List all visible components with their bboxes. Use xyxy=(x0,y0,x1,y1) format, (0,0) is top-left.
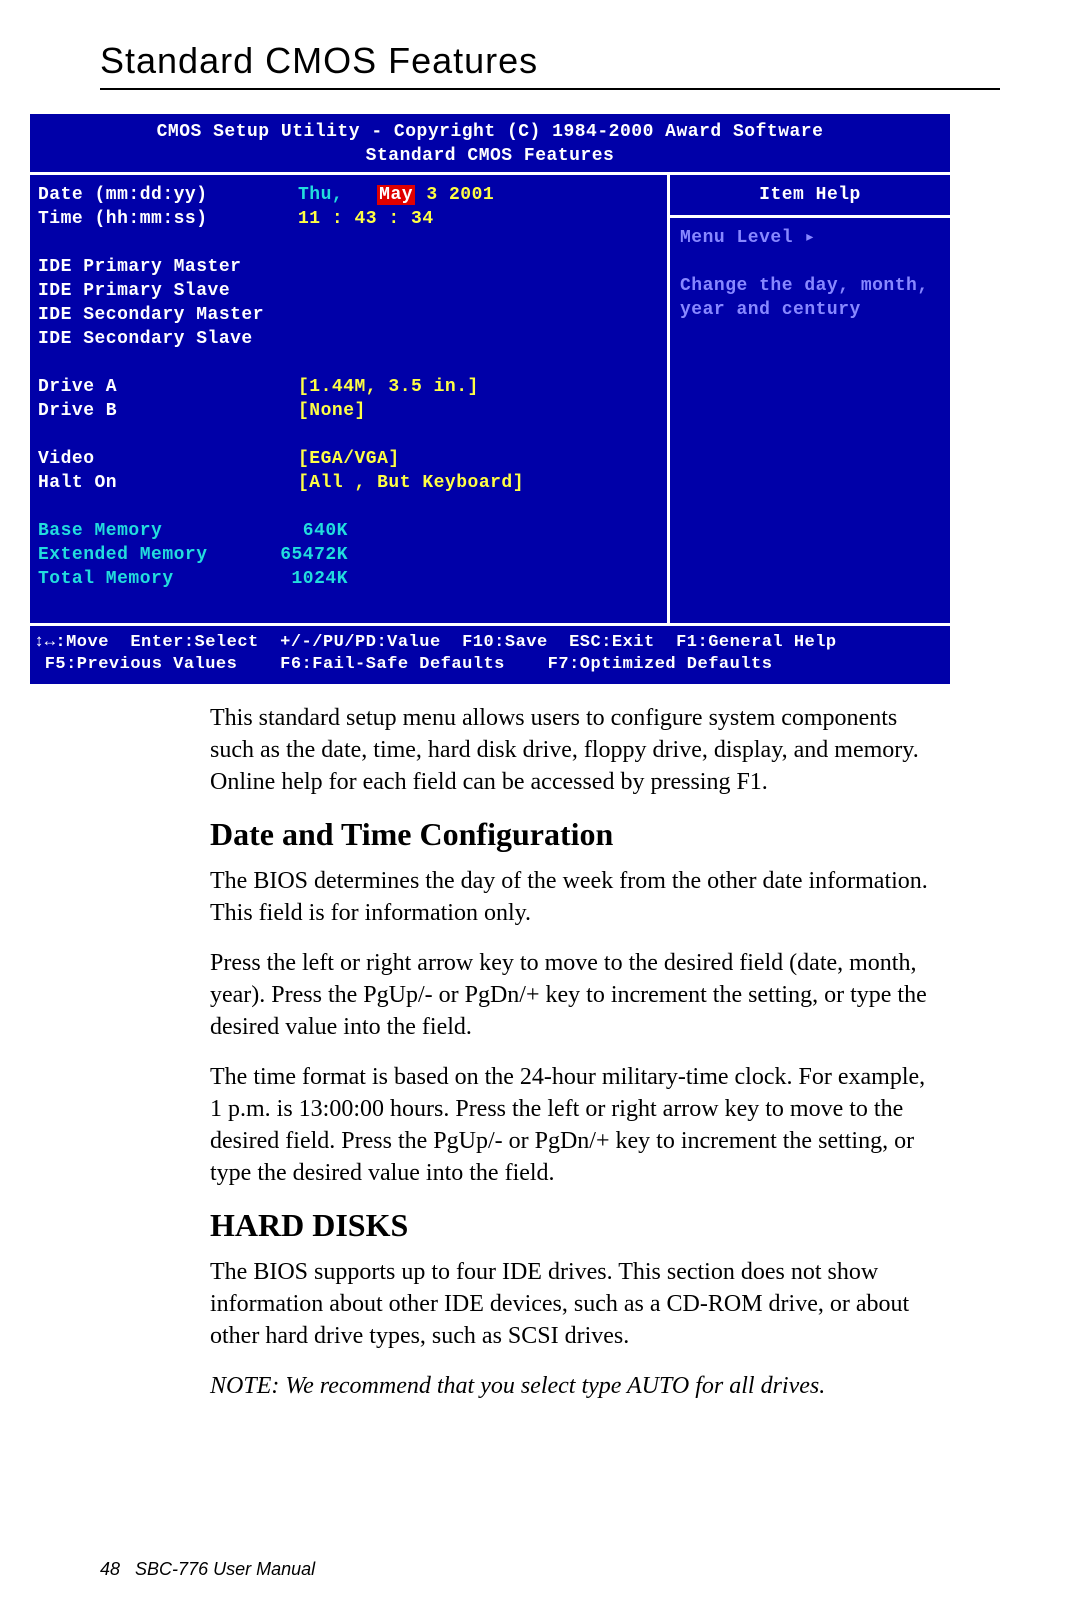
item-help-title: Item Help xyxy=(670,175,950,218)
bios-field-drive-b[interactable]: Drive B [None] xyxy=(38,399,659,423)
base-mem-label: Base Memory xyxy=(38,519,238,543)
date-day: Thu, xyxy=(298,185,343,205)
title-underline xyxy=(100,88,1000,90)
bios-extended-memory: Extended Memory 65472K xyxy=(38,543,659,567)
ext-mem-label: Extended Memory xyxy=(38,543,238,567)
total-mem-value: 1024K xyxy=(238,567,348,591)
page-footer: 48 SBC-776 User Manual xyxy=(100,1559,315,1580)
bios-left-pane: Date (mm:dd:yy) Thu, May 3 2001 Time (hh… xyxy=(30,175,670,623)
product-name: SBC-776 User Manual xyxy=(135,1559,315,1579)
bios-footer-line2: F5:Previous Values F6:Fail-Safe Defaults… xyxy=(34,654,946,676)
ide-secondary-master[interactable]: IDE Secondary Master xyxy=(38,303,659,327)
drive-b-label: Drive B xyxy=(38,399,298,423)
total-mem-label: Total Memory xyxy=(38,567,238,591)
halt-label: Halt On xyxy=(38,471,298,495)
bios-field-halt[interactable]: Halt On [All , But Keyboard] xyxy=(38,471,659,495)
menu-level: Menu Level ▸ xyxy=(680,226,940,250)
date-label: Date (mm:dd:yy) xyxy=(38,183,298,207)
section-heading-date-time: Date and Time Configuration xyxy=(210,816,940,853)
date-time-p1: The BIOS determines the day of the week … xyxy=(210,865,940,929)
page-title: Standard CMOS Features xyxy=(100,40,1000,82)
date-time-p3: The time format is based on the 24-hour … xyxy=(210,1061,940,1189)
halt-value: [All , But Keyboard] xyxy=(298,471,659,495)
date-month-selected[interactable]: May xyxy=(377,185,415,205)
note-auto-drives: NOTE: We recommend that you select type … xyxy=(210,1370,940,1402)
section-heading-hard-disks: HARD DISKS xyxy=(210,1207,940,1244)
drive-a-label: Drive A xyxy=(38,375,298,399)
hard-disks-p1: The BIOS supports up to four IDE drives.… xyxy=(210,1256,940,1352)
bios-field-time[interactable]: Time (hh:mm:ss) 11 : 43 : 34 xyxy=(38,207,659,231)
bios-panel: CMOS Setup Utility - Copyright (C) 1984-… xyxy=(30,114,950,684)
ext-mem-value: 65472K xyxy=(238,543,348,567)
time-value: 11 : 43 : 34 xyxy=(298,207,659,231)
intro-paragraph: This standard setup menu allows users to… xyxy=(210,702,940,798)
video-value: [EGA/VGA] xyxy=(298,447,659,471)
bios-footer: ↕↔:Move Enter:Select +/-/PU/PD:Value F10… xyxy=(30,626,950,684)
video-label: Video xyxy=(38,447,298,471)
help-hint-line1: Change the day, month, xyxy=(680,274,940,298)
document-body: This standard setup menu allows users to… xyxy=(100,702,1000,1402)
drive-b-value: [None] xyxy=(298,399,659,423)
ide-primary-master[interactable]: IDE Primary Master xyxy=(38,255,659,279)
bios-base-memory: Base Memory 640K xyxy=(38,519,659,543)
time-label: Time (hh:mm:ss) xyxy=(38,207,298,231)
ide-secondary-slave[interactable]: IDE Secondary Slave xyxy=(38,327,659,351)
page-number: 48 xyxy=(100,1559,120,1579)
bios-field-video[interactable]: Video [EGA/VGA] xyxy=(38,447,659,471)
date-time-p2: Press the left or right arrow key to mov… xyxy=(210,947,940,1043)
bios-footer-line1: ↕↔:Move Enter:Select +/-/PU/PD:Value F10… xyxy=(34,632,946,654)
bios-help-pane: Item Help Menu Level ▸ Change the day, m… xyxy=(670,175,950,623)
date-rest: 3 2001 xyxy=(426,185,494,205)
help-hint-line2: year and century xyxy=(680,298,940,322)
bios-header-line2: Standard CMOS Features xyxy=(30,144,950,168)
ide-primary-slave[interactable]: IDE Primary Slave xyxy=(38,279,659,303)
base-mem-value: 640K xyxy=(238,519,348,543)
drive-a-value: [1.44M, 3.5 in.] xyxy=(298,375,659,399)
bios-header: CMOS Setup Utility - Copyright (C) 1984-… xyxy=(30,114,950,172)
bios-total-memory: Total Memory 1024K xyxy=(38,567,659,591)
bios-field-drive-a[interactable]: Drive A [1.44M, 3.5 in.] xyxy=(38,375,659,399)
bios-field-date[interactable]: Date (mm:dd:yy) Thu, May 3 2001 xyxy=(38,183,659,207)
bios-header-line1: CMOS Setup Utility - Copyright (C) 1984-… xyxy=(30,120,950,144)
